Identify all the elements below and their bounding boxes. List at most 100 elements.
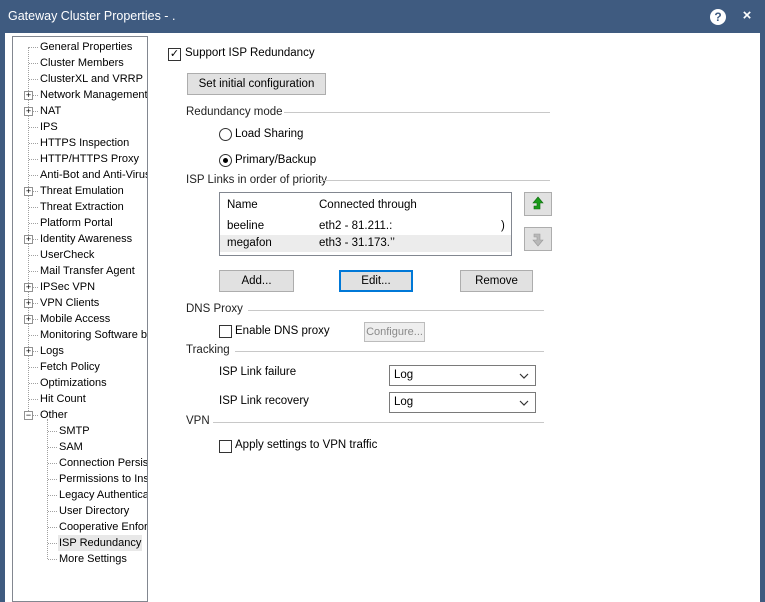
tree-item[interactable]: User Directory (13, 503, 147, 519)
tree-item-label: Platform Portal (40, 217, 113, 229)
tree-item[interactable]: Platform Portal (13, 215, 147, 231)
table-row[interactable]: megafon eth3 - 31.173.’’ (220, 235, 511, 252)
tree-item[interactable]: + VPN Clients (13, 295, 147, 311)
primary-backup-radio[interactable] (219, 154, 232, 167)
isp-links-label: ISP Links in order of priority (186, 174, 328, 186)
expand-icon[interactable]: + (24, 107, 33, 116)
vpn-divider (213, 422, 544, 423)
tree-item-label: General Properties (40, 41, 133, 53)
tree-item[interactable]: IPS (13, 119, 147, 135)
column-header-connected-through[interactable]: Connected through (319, 199, 417, 211)
tree-item[interactable]: ClusterXL and VRRP (13, 71, 147, 87)
tree-item[interactable]: Monitoring Software bl (13, 327, 147, 343)
tree-item[interactable]: Mail Transfer Agent (13, 263, 147, 279)
move-down-button[interactable] (524, 227, 552, 251)
help-icon[interactable]: ? (710, 9, 726, 25)
tree-item[interactable]: ISP Redundancy (13, 535, 147, 551)
vpn-label: VPN (186, 415, 210, 427)
tree-item[interactable]: + Identity Awareness (13, 231, 147, 247)
remove-button[interactable]: Remove (460, 270, 533, 292)
tree-item[interactable]: − Other (13, 407, 147, 423)
connected-through-cell: eth2 - 81.211.: (319, 220, 393, 232)
expand-icon[interactable]: + (24, 187, 33, 196)
navigation-tree[interactable]: General Properties Cluster Members Cluster… (12, 36, 148, 602)
connected-through-tail: ) (501, 220, 505, 232)
tree-item[interactable]: + Threat Emulation (13, 183, 147, 199)
load-sharing-radio[interactable] (219, 128, 232, 141)
expand-icon[interactable]: + (24, 315, 33, 324)
connected-through-cell: eth3 - 31.173.’’ (319, 237, 395, 249)
tree-item-label: Legacy Authentica (59, 489, 148, 501)
tree-item[interactable]: Hit Count (13, 391, 147, 407)
table-row[interactable]: beeline eth2 - 81.211.: ) (220, 218, 511, 235)
tracking-label: Tracking (186, 344, 230, 356)
expand-icon[interactable]: + (24, 283, 33, 292)
tree-item-label: Other (40, 409, 68, 421)
tree-item[interactable]: Optimizations (13, 375, 147, 391)
column-header-name[interactable]: Name (227, 199, 258, 211)
isp-name-cell: beeline (227, 220, 265, 232)
expand-icon[interactable]: + (24, 235, 33, 244)
tree-item-label: Logs (40, 345, 64, 357)
tree-item-label: User Directory (59, 505, 130, 517)
tree-item[interactable]: + IPSec VPN (13, 279, 147, 295)
enable-dns-proxy-checkbox[interactable] (219, 325, 232, 338)
tree-item[interactable]: Threat Extraction (13, 199, 147, 215)
tree-item[interactable]: Cluster Members (13, 55, 147, 71)
expand-icon[interactable]: + (24, 299, 33, 308)
tree-item-label: Anti-Bot and Anti-Virus (40, 169, 148, 181)
tree-item-label: HTTP/HTTPS Proxy (40, 153, 140, 165)
tree-item[interactable]: Fetch Policy (13, 359, 147, 375)
isp-link-recovery-value: Log (394, 396, 414, 408)
tree-item-label: Mail Transfer Agent (40, 265, 135, 277)
tree-item[interactable]: SMTP (13, 423, 147, 439)
isp-links-table[interactable]: Name Connected through beeline eth2 - 81… (219, 192, 512, 256)
tree-item[interactable]: + Mobile Access (13, 311, 147, 327)
set-initial-configuration-button[interactable]: Set initial configuration (187, 73, 326, 95)
redundancy-mode-divider (284, 112, 550, 113)
collapse-icon[interactable]: − (24, 411, 33, 420)
tree-item[interactable]: Legacy Authentica (13, 487, 147, 503)
tree-item-label: Monitoring Software bl (40, 329, 148, 341)
tree-item[interactable]: + Network Management (13, 87, 147, 103)
tree-item[interactable]: SAM (13, 439, 147, 455)
tree-item[interactable]: HTTPS Inspection (13, 135, 147, 151)
tree-item-label: Threat Emulation (40, 185, 124, 197)
tree-item-label: Threat Extraction (40, 201, 124, 213)
edit-button[interactable]: Edit... (339, 270, 413, 292)
tree-item-label: Mobile Access (40, 313, 111, 325)
apply-vpn-checkbox[interactable] (219, 440, 232, 453)
tree-item[interactable]: + Logs (13, 343, 147, 359)
isp-links-divider (320, 180, 550, 181)
isp-link-recovery-select[interactable]: Log (389, 392, 536, 413)
tree-item[interactable]: + NAT (13, 103, 147, 119)
tree-item[interactable]: Anti-Bot and Anti-Virus (13, 167, 147, 183)
add-button[interactable]: Add... (219, 270, 294, 292)
tree-item-label: Network Management (40, 89, 148, 101)
tree-item-label: Hit Count (40, 393, 86, 405)
tree-item[interactable]: Permissions to Inst (13, 471, 147, 487)
tree-item[interactable]: Connection Persist (13, 455, 147, 471)
tree-item-label: Cooperative Enforc (59, 521, 148, 533)
tree-item-label: SMTP (59, 425, 90, 437)
tree-item[interactable]: HTTP/HTTPS Proxy (13, 151, 147, 167)
tree-item[interactable]: More Settings (13, 551, 147, 567)
expand-icon[interactable]: + (24, 91, 33, 100)
isp-link-failure-value: Log (394, 369, 414, 381)
tree-item-label: ISP Redundancy (58, 535, 143, 551)
enable-dns-proxy-label: Enable DNS proxy (235, 325, 330, 337)
expand-icon[interactable]: + (24, 347, 33, 356)
tree-item[interactable]: General Properties (13, 39, 147, 55)
tree-item[interactable]: Cooperative Enforc (13, 519, 147, 535)
support-isp-checkbox[interactable]: ✓ (168, 48, 181, 61)
tree-item-label: NAT (40, 105, 62, 117)
close-icon[interactable]: × (740, 6, 754, 26)
dns-proxy-label: DNS Proxy (186, 303, 243, 315)
redundancy-mode-label: Redundancy mode (186, 106, 283, 118)
configure-button[interactable]: Configure... (364, 322, 425, 342)
move-up-button[interactable] (524, 192, 552, 216)
isp-link-failure-select[interactable]: Log (389, 365, 536, 386)
tree-item-label: IPS (40, 121, 58, 133)
tree-item[interactable]: UserCheck (13, 247, 147, 263)
tree-item-label: Permissions to Inst (59, 473, 148, 485)
